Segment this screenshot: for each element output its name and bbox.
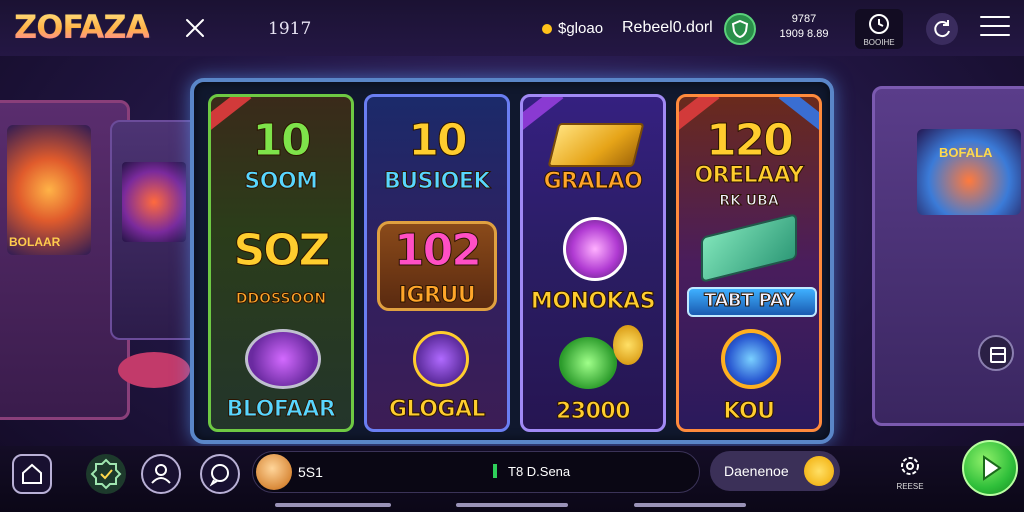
gold-coin-icon: [613, 325, 643, 365]
home-icon: [22, 463, 42, 484]
reel-4-symbol-1-label: ORELAAY: [694, 163, 805, 189]
reel-1[interactable]: 10 SOOM SOZ DDOSSOON BLOFAAR: [208, 94, 354, 432]
hamburger-menu-icon[interactable]: [980, 16, 1010, 40]
badge-check-icon: [90, 458, 122, 490]
shield-icon: [731, 19, 749, 39]
badge-button[interactable]: [86, 454, 126, 494]
arcade-machine-left-back: [110, 120, 200, 340]
bonus-button[interactable]: BOOIHE: [855, 9, 903, 49]
cash-stack-icon: [701, 213, 797, 283]
top-bar: ZOFAZA 1917 $gloao Rebeel0.dorl 9787 190…: [0, 0, 1024, 56]
coin-icon: [804, 456, 834, 486]
reel-4-symbol-1-sub: RK UBA: [719, 193, 779, 210]
user-icon: [151, 464, 171, 484]
arcade-machine-right: BOFALA: [872, 86, 1024, 426]
status-flag-icon: [493, 464, 497, 478]
arcade-screen-label-right: BOFALA: [939, 145, 993, 160]
casino-chip-icon: [563, 217, 627, 281]
reel-3-symbol-1: GRALAO: [543, 169, 643, 195]
arcade-stool: [118, 352, 190, 388]
avatar[interactable]: [256, 454, 292, 490]
chat-bubble-icon: [209, 464, 229, 487]
account-name[interactable]: Rebeel0.dorl: [622, 19, 713, 37]
reel-3-symbol-2: MONOKAS: [530, 289, 656, 315]
chip-icon: [245, 329, 321, 389]
settings-label: REESE: [896, 482, 924, 491]
page-indicator: [634, 503, 746, 507]
reel-2-symbol-1-value: 10: [408, 115, 468, 167]
close-x-icon[interactable]: [183, 16, 207, 40]
reel-2-symbol-2-label: IGRUU: [398, 283, 476, 309]
reel-1-symbol-1-value: 10: [252, 115, 312, 167]
layout-toggle-button[interactable]: [978, 335, 1014, 371]
reel-4-symbol-3: KOU: [723, 399, 776, 425]
deposit-label: Daenenoe: [724, 463, 789, 479]
reel-1-symbol-2-label: DDOSSOON: [235, 291, 327, 308]
reel-4[interactable]: 120 ORELAAY RK UBA TABT PAY KOU: [676, 94, 822, 432]
gold-bars-icon: [547, 123, 645, 167]
page-indicator: [275, 503, 391, 507]
reel-1-symbol-1-label: SOOM: [244, 169, 319, 195]
reel-2-symbol-2-value: 102: [394, 225, 483, 277]
arcade-screen-label-left: BOLAAR: [9, 235, 61, 249]
balance-text: $gloao: [558, 20, 604, 37]
reel-3[interactable]: GRALAO MONOKAS 23000: [520, 94, 666, 432]
reel-1-symbol-3: BLOFAAR: [226, 397, 336, 423]
stats-line-1: 9787: [791, 13, 817, 25]
player-status-text: T8 D.Sena: [508, 464, 571, 479]
refresh-button[interactable]: [926, 13, 958, 45]
stats-readout: 9787 1909 8.89: [776, 12, 832, 42]
app-logo: ZOFAZA: [14, 8, 150, 46]
arcade-screen-right: [917, 129, 1021, 215]
reel-2[interactable]: 10 BUSIOEK 102 IGRUU GLOGAL: [364, 94, 510, 432]
gear-clock-icon: [869, 14, 889, 34]
refresh-icon: [934, 20, 950, 38]
page-indicator: [456, 503, 568, 507]
reel-4-symbol-1-value: 120: [706, 115, 795, 167]
player-number: 5S1: [298, 464, 323, 480]
coin-stack-icon: [413, 331, 469, 387]
reel-2-symbol-1-label: BUSIOEK: [384, 169, 491, 195]
slot-panel: 10 SOOM SOZ DDOSSOON BLOFAAR 10 BUSIOEK …: [190, 78, 834, 444]
user-button[interactable]: [141, 454, 181, 494]
play-icon: [983, 455, 1002, 481]
settings-button[interactable]: REESE: [894, 452, 926, 492]
reel-1-symbol-2-value: SOZ: [233, 225, 331, 277]
reel-3-symbol-3: 23000: [555, 399, 631, 425]
reel-2-symbol-3: GLOGAL: [388, 397, 486, 423]
chat-button[interactable]: [200, 454, 240, 494]
gear-icon: [901, 457, 919, 475]
shield-button[interactable]: [724, 13, 756, 45]
top-counter: 1917: [268, 19, 312, 39]
green-gem-icon: [559, 337, 617, 389]
blue-gem-icon: [721, 329, 781, 389]
coin-icon: [542, 24, 552, 34]
stats-line-2: 1909 8.89: [779, 28, 829, 40]
play-button[interactable]: [962, 440, 1018, 496]
home-button[interactable]: [12, 454, 52, 494]
bonus-label: BOOIHE: [863, 38, 895, 47]
reel-4-symbol-2: TABT PAY: [704, 290, 795, 312]
arcade-screen-left-back: [122, 162, 186, 242]
